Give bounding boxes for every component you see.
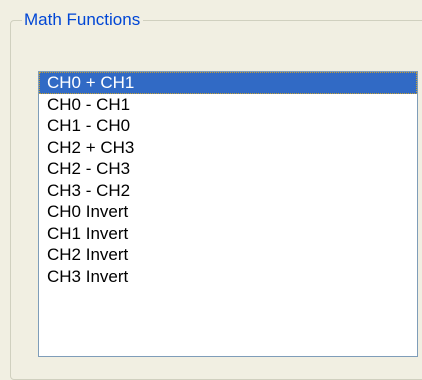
math-functions-listbox[interactable]: CH0 + CH1 CH0 - CH1 CH1 - CH0 CH2 + CH3 … [38, 71, 418, 357]
list-item-ch2-minus-ch3[interactable]: CH2 - CH3 [39, 158, 417, 180]
groupbox-title: Math Functions [22, 10, 144, 30]
list-item-ch3-minus-ch2[interactable]: CH3 - CH2 [39, 180, 417, 202]
list-item-ch1-invert[interactable]: CH1 Invert [39, 223, 417, 245]
list-item-ch0-invert[interactable]: CH0 Invert [39, 201, 417, 223]
list-item-ch2-plus-ch3[interactable]: CH2 + CH3 [39, 137, 417, 159]
list-item-ch1-minus-ch0[interactable]: CH1 - CH0 [39, 115, 417, 137]
list-item-ch2-invert[interactable]: CH2 Invert [39, 244, 417, 266]
list-item-ch0-plus-ch1[interactable]: CH0 + CH1 [39, 72, 417, 94]
list-item-ch0-minus-ch1[interactable]: CH0 - CH1 [39, 94, 417, 116]
list-item-ch3-invert[interactable]: CH3 Invert [39, 266, 417, 288]
